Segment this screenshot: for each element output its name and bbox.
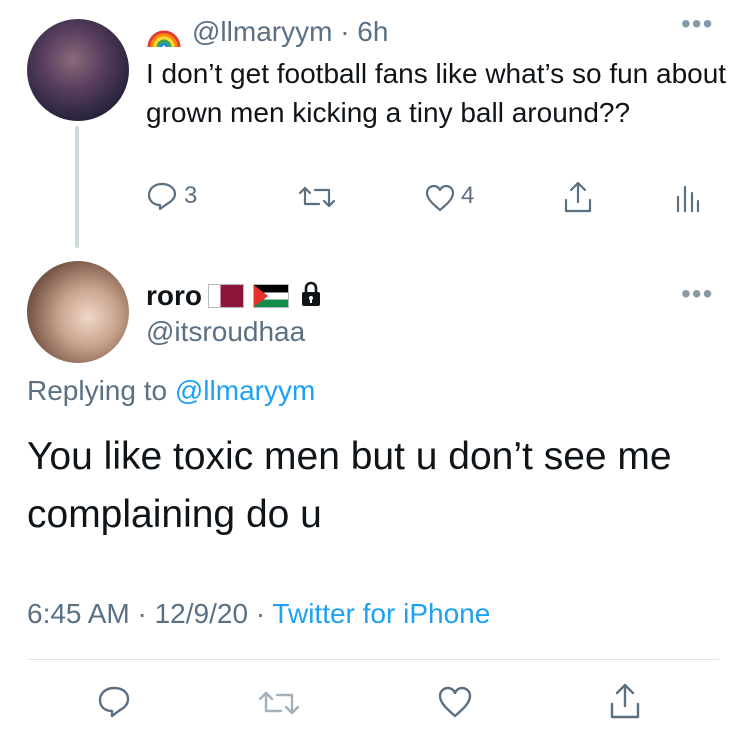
like-count: 4 <box>461 182 475 209</box>
tweet2-source[interactable]: Twitter for iPhone <box>272 598 490 629</box>
tweet2-handle[interactable]: @itsroudhaa <box>146 316 305 348</box>
reply-button-icon[interactable] <box>96 684 132 720</box>
tweet1-more-icon[interactable]: ••• <box>681 10 713 38</box>
share-icon[interactable] <box>563 180 593 214</box>
avatar-llmaryym[interactable] <box>27 19 129 121</box>
thread-connector-line <box>75 126 79 248</box>
tweet2-text: You like toxic men but u don’t see me co… <box>27 435 672 536</box>
qatar-flag-icon <box>208 284 245 308</box>
replying-to-handle[interactable]: @llmaryym <box>175 375 315 406</box>
tweet1-handle[interactable]: @llmaryym <box>192 16 332 47</box>
retweet-button-icon[interactable] <box>257 689 301 717</box>
share-button-icon[interactable] <box>609 682 641 720</box>
avatar-itsroudhaa[interactable] <box>27 261 129 363</box>
tweet1-time[interactable]: · 6h <box>340 16 388 47</box>
like-icon[interactable] <box>424 184 456 212</box>
divider <box>27 659 719 660</box>
palestine-flag-icon <box>252 284 289 308</box>
tweet1-text: I don’t get football fans like what’s so… <box>146 58 727 128</box>
rainbow-icon <box>146 17 182 49</box>
reply-icon[interactable] <box>146 181 178 211</box>
replying-to-label: Replying to <box>27 375 168 406</box>
analytics-icon[interactable] <box>674 181 700 213</box>
tweet2-timestamp[interactable]: 6:45 AM · 12/9/20 · <box>27 598 265 629</box>
reply-count: 3 <box>184 182 198 209</box>
like-button-icon[interactable] <box>437 686 473 718</box>
tweet2-more-icon[interactable]: ••• <box>681 280 713 308</box>
lock-icon <box>299 281 323 312</box>
retweet-icon[interactable] <box>297 184 337 210</box>
tweet2-display-name[interactable]: roro <box>146 280 202 311</box>
